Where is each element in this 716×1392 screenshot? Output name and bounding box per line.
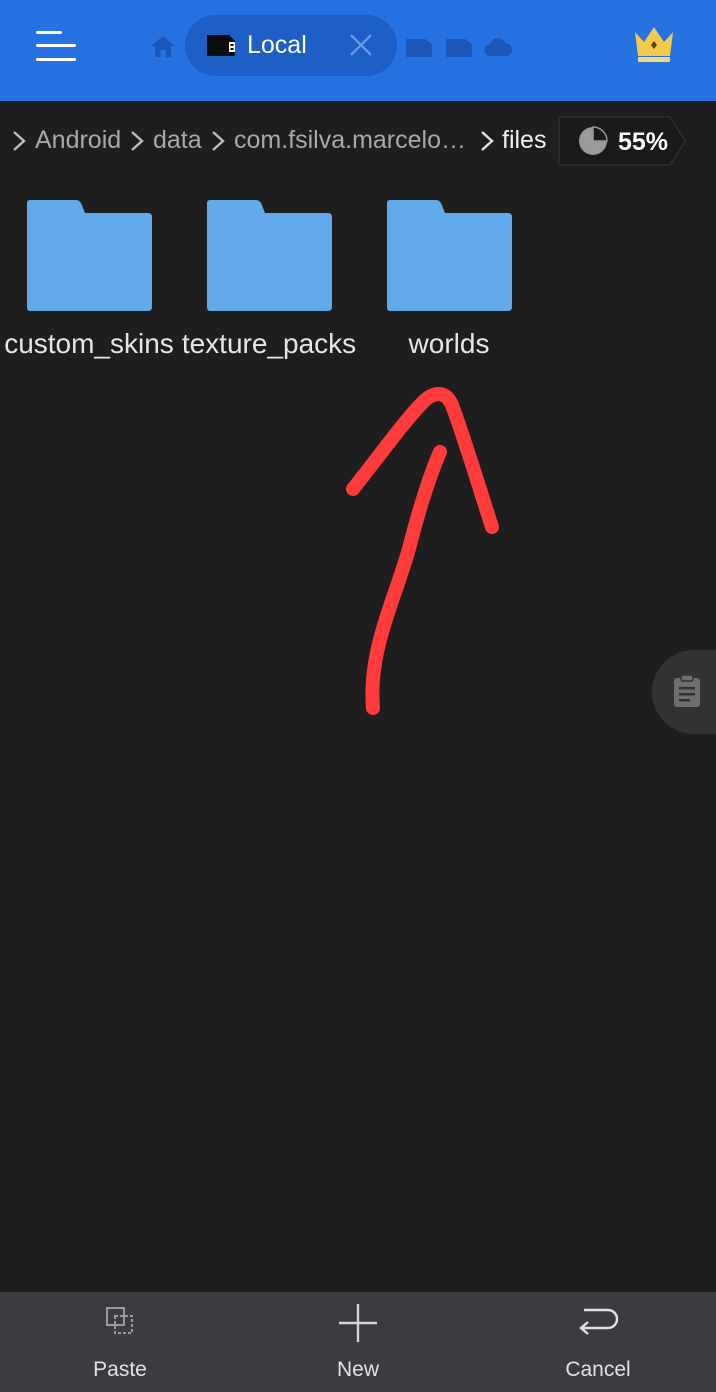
paste-button[interactable]: Paste	[45, 1292, 195, 1392]
cancel-button[interactable]: Cancel	[523, 1292, 673, 1392]
close-icon[interactable]	[349, 33, 373, 57]
pie-chart-icon	[579, 126, 608, 155]
breadcrumb-package[interactable]: com.fsilva.marcelo…	[234, 126, 466, 155]
new-label: New	[336, 1358, 379, 1381]
chevron-right-icon	[131, 131, 144, 151]
cancel-label: Cancel	[565, 1358, 631, 1381]
cloud-icon[interactable]	[484, 36, 512, 58]
tab-local-label: Local	[247, 31, 307, 59]
breadcrumb-android[interactable]: Android	[35, 126, 121, 155]
folder-icon	[207, 200, 332, 311]
undo-return-icon	[579, 1308, 619, 1335]
top-app-bar: Local	[0, 0, 716, 101]
crown-icon[interactable]	[632, 24, 676, 64]
folder-item[interactable]: custom_skins	[1, 199, 177, 361]
breadcrumb-data[interactable]: data	[153, 126, 202, 155]
storage-usage-badge[interactable]: 55%	[558, 116, 686, 166]
folder-icon	[27, 200, 152, 311]
tab-local[interactable]: Local	[185, 15, 397, 76]
storage-icon[interactable]	[405, 36, 433, 58]
menu-icon[interactable]	[22, 24, 88, 72]
folder-name: worlds	[408, 328, 490, 359]
paste-icon	[106, 1307, 133, 1334]
folder-item[interactable]: worlds	[361, 199, 537, 361]
breadcrumb: Android data com.fsilva.marcelo… files 5…	[0, 101, 716, 181]
folder-item[interactable]: texture_packs	[181, 199, 357, 361]
bottom-action-bar: Paste New Cancel	[0, 1292, 716, 1392]
storage-icon[interactable]	[445, 36, 473, 58]
breadcrumb-files[interactable]: files	[502, 126, 546, 155]
sd-card-icon	[207, 35, 235, 56]
paste-label: Paste	[93, 1358, 147, 1381]
clipboard-icon	[674, 674, 700, 707]
folder-name: custom_skins	[4, 328, 174, 359]
new-button[interactable]: New	[283, 1292, 433, 1392]
home-icon[interactable]	[150, 34, 176, 58]
chevron-right-icon	[212, 131, 225, 151]
chevron-right-icon	[13, 131, 26, 151]
storage-percent: 55%	[618, 128, 669, 156]
folder-icon	[387, 200, 512, 311]
plus-icon	[339, 1304, 377, 1342]
chevron-right-icon	[481, 131, 494, 151]
clipboard-side-tab[interactable]	[652, 650, 716, 734]
folder-name: texture_packs	[181, 328, 357, 359]
